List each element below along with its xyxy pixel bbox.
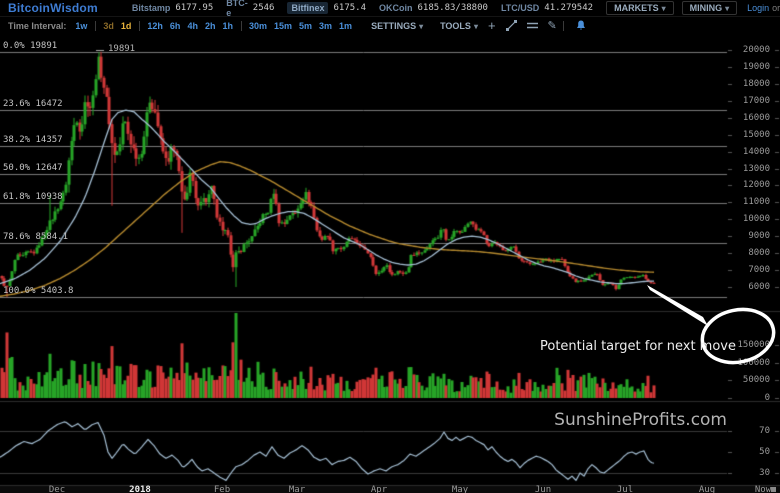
mining-button[interactable]: MINING ▾ — [681, 1, 738, 15]
ticker-bar: BitcoinWisdom Bitstamp 6177.95 BTC-e 2546 Bi… — [0, 0, 780, 18]
tools-dropdown[interactable]: TOOLS ▾ — [440, 21, 478, 31]
interval-3d[interactable]: 3d — [103, 21, 114, 31]
time-interval-label: Time Interval: — [8, 20, 67, 31]
brush-icon[interactable]: ✎ — [548, 19, 557, 32]
alert-bell-icon[interactable] — [576, 20, 586, 31]
toolbar: Time Interval: 1w 3d 1d 12h 6h 4h 2h 1h 30m 15m 5m… — [0, 17, 780, 34]
divider — [240, 20, 242, 31]
header: BitcoinWisdom Bitstamp 6177.95 BTC-e 2546 Bi… — [0, 0, 780, 34]
markets-button[interactable]: MARKETS ▾ — [606, 1, 674, 15]
interval-buttons: 1w 3d 1d 12h 6h 4h 2h 1h 30m 15m 5m 3m 1m — [75, 20, 359, 31]
chevron-down-icon: ▾ — [419, 21, 424, 31]
ticker-price: 6177.95 — [175, 3, 214, 13]
plus-icon[interactable]: + — [488, 18, 496, 33]
trendline-icon[interactable] — [505, 20, 517, 31]
interval-4h[interactable]: 4h — [187, 21, 198, 31]
auth-links: LoginorRegister — [747, 3, 780, 13]
logo[interactable]: BitcoinWisdom — [8, 1, 98, 15]
interval-30m[interactable]: 30m — [249, 21, 267, 31]
divider — [95, 20, 97, 31]
chevron-down-icon: ▾ — [725, 4, 730, 13]
interval-12h[interactable]: 12h — [147, 21, 163, 31]
axis-corner-icon[interactable] — [771, 487, 776, 492]
ticker-price: 41.279542 — [544, 3, 594, 13]
ticker-name[interactable]: OKCoin — [379, 3, 413, 13]
ticker-price: 2546 — [252, 3, 275, 13]
interval-15m[interactable]: 15m — [274, 21, 292, 31]
exchange-tickers: Bitstamp 6177.95 BTC-e 2546 Bitfinex 6175.4 OK… — [132, 0, 606, 18]
ticker-btc-e[interactable]: BTC-e 2546 — [226, 0, 274, 18]
ticker-name[interactable]: BTC-e — [226, 0, 248, 18]
watermark: SunshineProfits.com — [554, 410, 727, 430]
interval-1h[interactable]: 1h — [222, 21, 233, 31]
ticker-bitstamp[interactable]: Bitstamp 6177.95 — [132, 3, 213, 13]
ticker-price: 6175.4 — [333, 3, 366, 13]
interval-1w[interactable]: 1w — [75, 21, 87, 31]
interval-2h[interactable]: 2h — [205, 21, 216, 31]
bitcoinwisdom-chart-page: 20000 19000 18000 17000 16000 15000 14000 13000… — [0, 0, 780, 493]
annotation-text: Potential target for next move — [540, 339, 736, 354]
interval-1d[interactable]: 1d — [121, 21, 132, 31]
divider — [562, 20, 564, 31]
ticker-bitfinex[interactable]: Bitfinex 6175.4 — [287, 2, 366, 14]
settings-dropdown[interactable]: SETTINGS ▾ — [371, 21, 423, 31]
or-text: or — [772, 3, 780, 13]
interval-1m[interactable]: 1m — [339, 21, 352, 31]
login-link[interactable]: Login — [747, 3, 769, 13]
ticker-name[interactable]: LTC/USD — [501, 3, 539, 13]
ticker-name[interactable]: Bitstamp — [132, 3, 171, 13]
chevron-down-icon: ▾ — [473, 21, 478, 31]
chevron-down-icon: ▾ — [661, 4, 666, 13]
horizontal-lines-icon[interactable] — [526, 20, 538, 31]
divider — [139, 20, 141, 31]
interval-3m[interactable]: 3m — [319, 21, 332, 31]
interval-6h[interactable]: 6h — [170, 21, 181, 31]
ticker-name[interactable]: Bitfinex — [287, 2, 329, 14]
interval-5m[interactable]: 5m — [299, 21, 312, 31]
ticker-okcoin[interactable]: OKCoin 6185.83/38800 — [379, 3, 488, 13]
ticker-price: 6185.83/38800 — [417, 3, 488, 13]
ticker-ltc/usd[interactable]: LTC/USD 41.279542 — [501, 3, 593, 13]
